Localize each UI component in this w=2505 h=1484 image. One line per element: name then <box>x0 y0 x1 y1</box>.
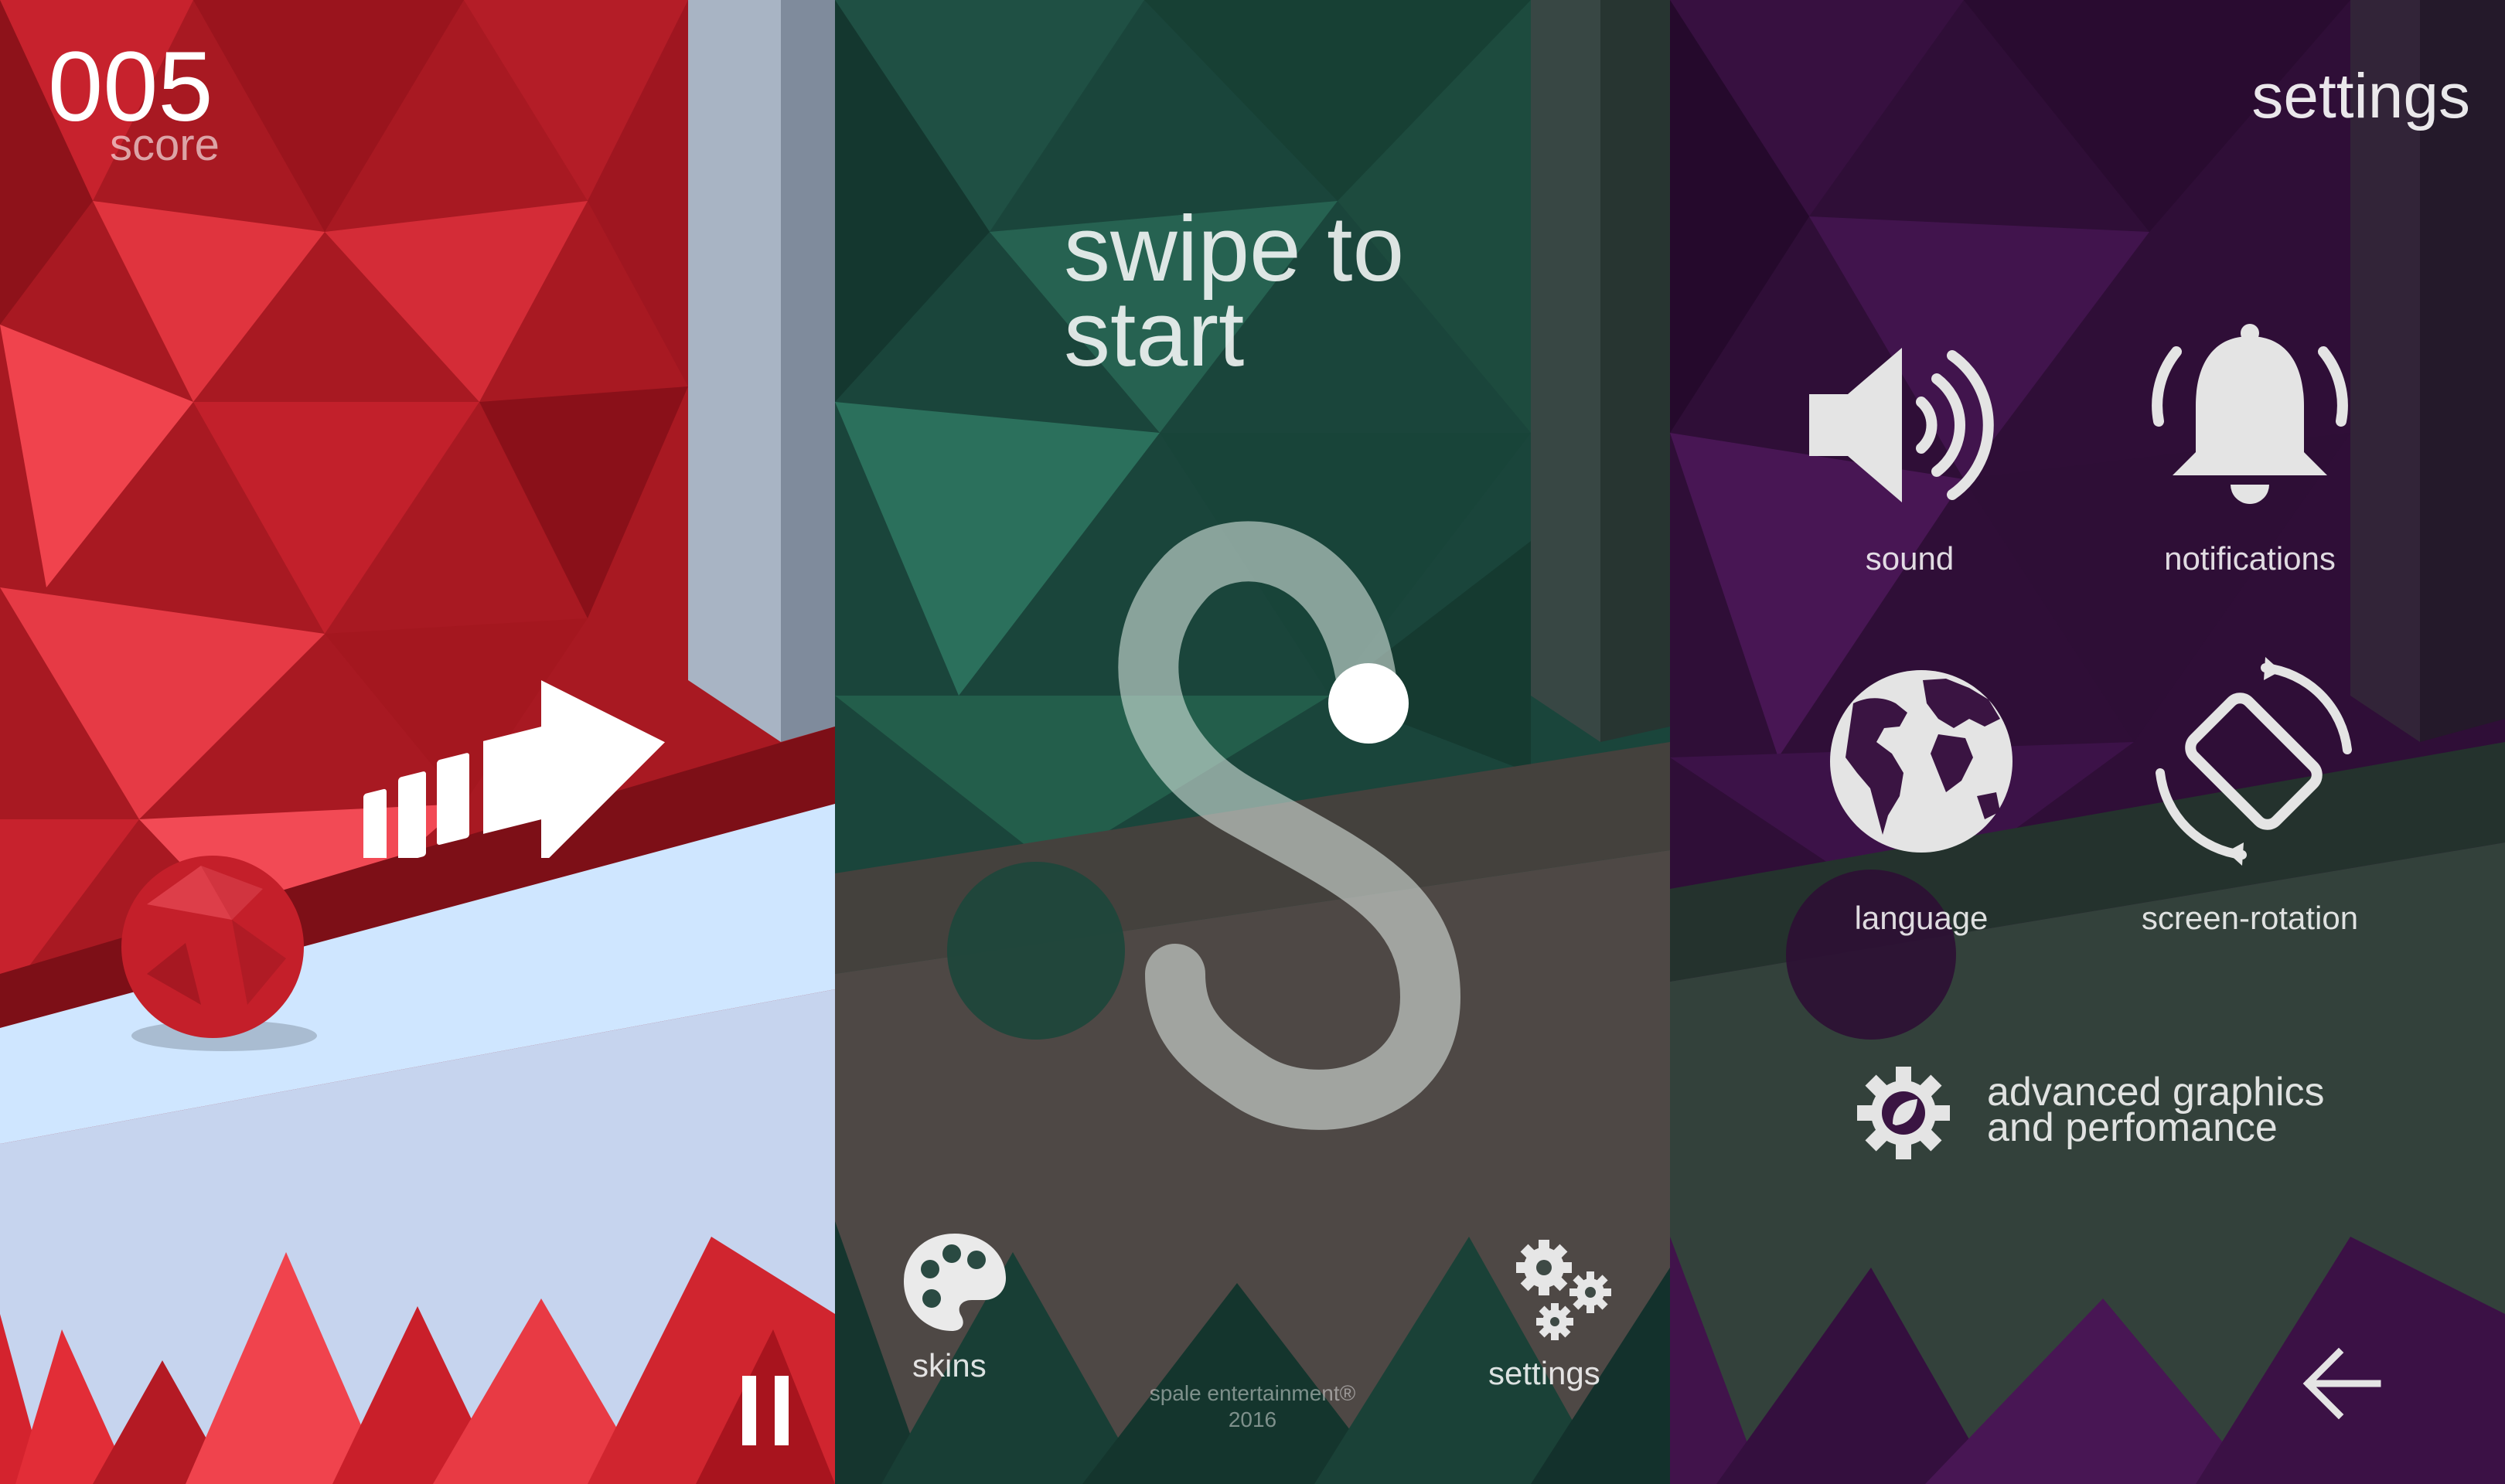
pause-button[interactable] <box>734 1368 796 1453</box>
notifications-toggle[interactable]: notifications <box>2118 309 2381 587</box>
bell-icon <box>2152 324 2348 504</box>
settings-screen: settings sound notifications language sc… <box>1670 0 2505 1484</box>
start-screen: swipe to start skins settings spale ente… <box>835 0 1670 1484</box>
s-swipe-gesture-icon <box>1118 521 1460 1130</box>
credit-line2: 2016 <box>1228 1407 1277 1431</box>
sound-label: sound <box>1865 540 1955 577</box>
skins-button[interactable]: skins <box>897 1229 1013 1399</box>
back-arrow-icon <box>2302 1347 2381 1420</box>
back-button[interactable] <box>2273 1329 2412 1438</box>
skins-label: skins <box>912 1347 987 1384</box>
gameplay-screen: 005 score <box>0 0 835 1484</box>
pause-icon <box>742 1376 789 1445</box>
score-label: score <box>110 120 220 170</box>
advanced-graphics-line2: and perfomance <box>1987 1105 2278 1150</box>
language-selector[interactable]: language <box>1805 657 2037 943</box>
swipe-prompt-line1: swipe to <box>1064 197 1405 301</box>
screen-rotation-icon <box>2156 657 2352 866</box>
arrow-right-icon <box>363 680 665 858</box>
credit-line1: spale entertainment® <box>1149 1381 1356 1405</box>
globe-icon <box>1830 670 2013 853</box>
palette-icon <box>904 1234 1006 1331</box>
speaker-icon <box>1809 348 1994 502</box>
screen-rotation-toggle[interactable]: screen-rotation <box>2111 657 2389 943</box>
gear-leaf-icon <box>1857 1067 1950 1159</box>
settings-title: settings <box>2251 61 2470 131</box>
settings-button[interactable]: settings <box>1488 1237 1620 1399</box>
language-label: language <box>1854 900 1989 936</box>
sound-toggle[interactable]: sound <box>1794 309 2026 587</box>
notifications-label: notifications <box>2164 540 2336 577</box>
advanced-graphics-button[interactable]: advanced graphics and perfomance <box>1856 1059 2459 1167</box>
gears-icon <box>1516 1240 1611 1340</box>
swipe-prompt-line2: start <box>1064 282 1245 386</box>
screen-rotation-label: screen-rotation <box>2141 900 2359 936</box>
